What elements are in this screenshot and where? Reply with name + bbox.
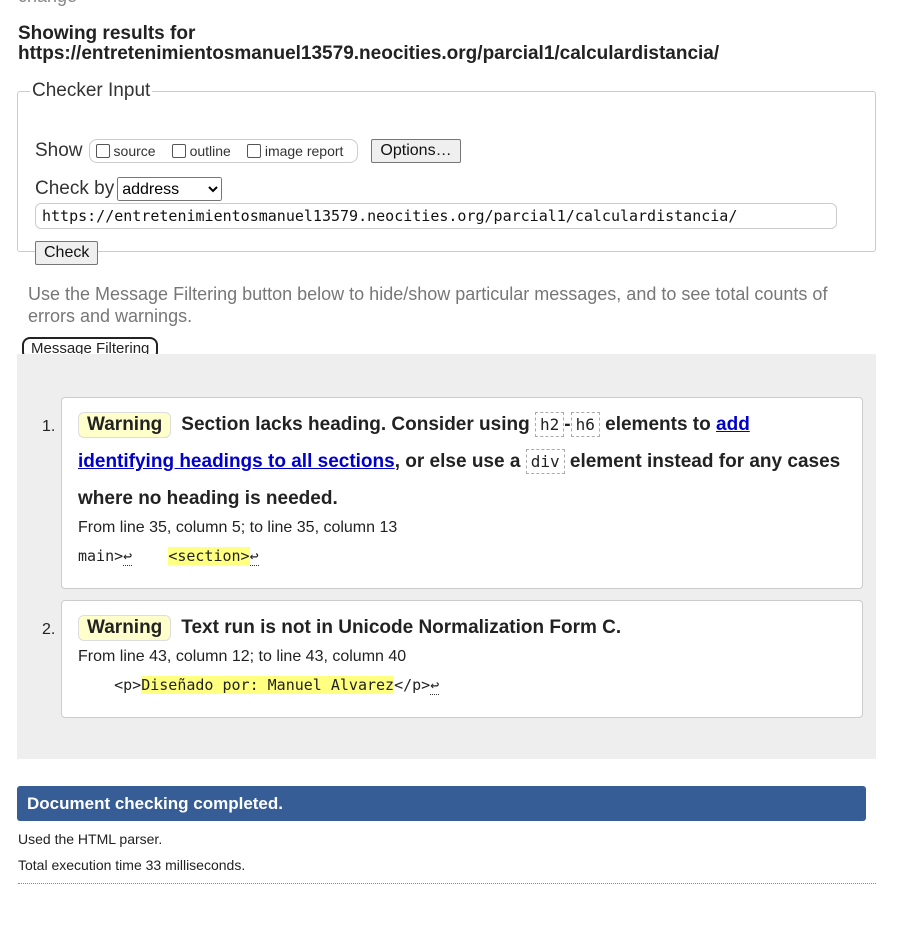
show-label: Show [35,140,83,161]
warning-badge: Warning [78,615,172,641]
highlighted-source: <section> [168,547,250,565]
execution-time: Total execution time 33 milliseconds. [18,857,246,873]
checker-legend: Checker Input [32,80,151,101]
image-report-option[interactable]: image report [246,143,344,159]
highlighted-source: Diseñado por: Manuel Alvarez [141,676,395,694]
heading-label: Showing results for [18,23,196,44]
outline-option[interactable]: outline [171,143,231,159]
url-input[interactable]: https://entretenimientosmanuel13579.neoc… [35,203,837,229]
message-number: 1. [42,418,56,435]
message-text: Warning Text run is not in Unicode Normal… [78,609,846,646]
status-bar: Document checking completed. [17,786,866,821]
results-heading: Showing results for https://entretenimien… [18,24,719,64]
check-button[interactable]: Check [35,241,99,265]
intro-text: Use the Message Filtering button below t… [28,284,828,326]
warning-badge: Warning [78,412,172,438]
code-h6: h6 [570,412,600,437]
results-panel: 1. Warning Section lacks heading. Conside… [17,354,876,759]
message-number: 2. [42,621,56,638]
source-extract: <p>Diseñado por: Manuel Alvarez</p>↩ [78,676,440,695]
source-label: source [113,143,156,159]
source-checkbox[interactable] [95,144,110,158]
code-div: div [525,449,565,474]
message-location: From line 43, column 12; to line 43, col… [78,648,407,665]
divider [18,883,876,884]
cutoff-text: change [18,0,77,7]
source-option[interactable]: source [95,143,156,159]
return-icon: ↩ [123,547,133,566]
image-report-checkbox[interactable] [246,144,261,158]
parser-info: Used the HTML parser. [18,831,163,847]
image-report-label: image report [264,143,344,159]
message-text: Warning Section lacks heading. Consider u… [78,412,841,509]
heading-url: https://entretenimientosmanuel13579.neoc… [18,43,720,64]
return-icon: ↩ [249,547,259,566]
checker-input: Checker Input Show source outline image … [17,80,876,265]
message-item: 1. Warning Section lacks heading. Conside… [42,397,863,589]
options-button[interactable]: Options… [371,139,461,163]
outline-label: outline [189,143,231,159]
check-by-label: Check by [35,178,115,199]
return-icon: ↩ [430,676,440,695]
message-item: 2. Warning Text run is not in Unicode Nor… [42,600,863,718]
check-by-select[interactable]: address [117,177,223,201]
source-extract: main>↩ <section>↩ [78,547,259,566]
message-location: From line 35, column 5; to line 35, colu… [78,519,398,536]
show-options: source outline image report [88,139,359,163]
outline-checkbox[interactable] [171,144,186,158]
code-h2: h2 [535,412,565,437]
